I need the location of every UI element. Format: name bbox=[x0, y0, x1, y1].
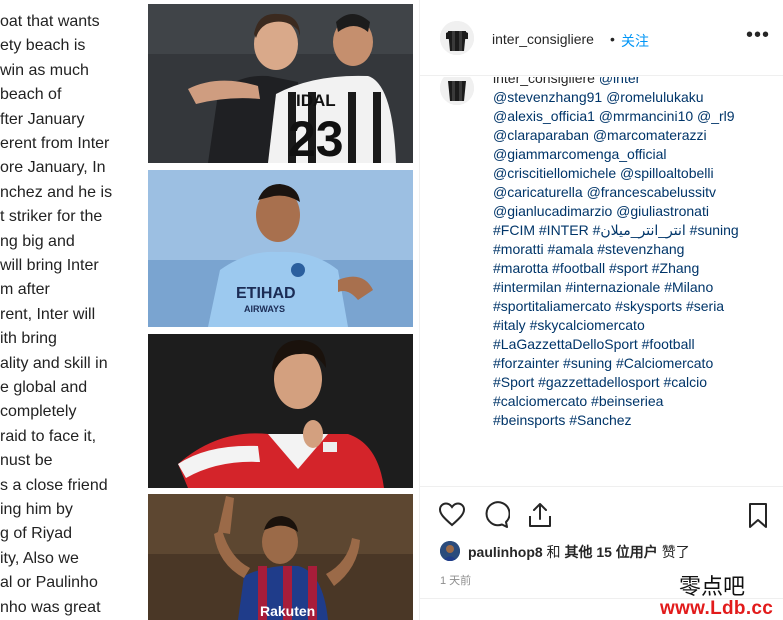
caption-tags[interactable]: #beinsports #Sanchez bbox=[493, 412, 632, 428]
article-line: nho was great bbox=[0, 598, 101, 616]
player-photo-paulinho: Rakuten bbox=[148, 494, 413, 620]
article-line: nust be bbox=[0, 452, 53, 470]
article-line: rent, Inter will bbox=[0, 305, 96, 323]
player-photo-vidal: IDAL 23 bbox=[148, 4, 413, 163]
caption-line: #intermilan #internazionale #Milano bbox=[493, 278, 777, 297]
article-line: nchez and he is bbox=[0, 183, 113, 201]
caption-text: inter_consigliere @inter @stevenzhang91 @… bbox=[493, 77, 777, 430]
post-image-collage[interactable]: IDAL 23 ETIHAD AIRWAYS Rakuten bbox=[147, 0, 417, 620]
caption-avatar[interactable] bbox=[440, 77, 474, 105]
jersey-name: IDAL bbox=[296, 91, 336, 110]
article-line: ing him by bbox=[0, 501, 73, 518]
likes-and: 和 bbox=[542, 544, 565, 560]
caption-line: #LaGazzettaDelloSport #football bbox=[493, 335, 777, 354]
share-icon[interactable] bbox=[526, 501, 554, 529]
post-timestamp[interactable]: 1 天前 bbox=[440, 572, 471, 588]
caption-tags[interactable]: @claraparaban @marcomaterazzi bbox=[493, 127, 707, 143]
caption-tags[interactable]: #moratti #amala #stevenzhang bbox=[493, 241, 684, 257]
caption-tags[interactable]: #marotta #football #sport #Zhang bbox=[493, 260, 699, 276]
more-options-icon[interactable]: ••• bbox=[746, 24, 770, 47]
caption-username[interactable]: inter_consigliere bbox=[493, 77, 595, 86]
article-line: ality and skill in bbox=[0, 354, 108, 372]
caption-line: @caricaturella @francescabelussitv bbox=[493, 183, 777, 202]
liker-avatar[interactable] bbox=[440, 541, 460, 561]
article-line: win as much bbox=[0, 61, 89, 79]
player-photo-ozil bbox=[148, 334, 413, 488]
article-line: ore January, In bbox=[0, 159, 106, 177]
caption-tags[interactable]: #LaGazzettaDelloSport #football bbox=[493, 336, 695, 352]
article-line: al or Paulinho bbox=[0, 574, 98, 592]
article-line: g of Riyad bbox=[0, 525, 73, 543]
caption-tags[interactable]: #intermilan #internazionale #Milano bbox=[493, 279, 713, 295]
caption-tags[interactable]: #calciomercato #beinseriea bbox=[493, 393, 663, 409]
caption-line: @criscitiellomichele @spilloaltobelli bbox=[493, 164, 777, 183]
caption-line: @giammarcomenga_official bbox=[493, 145, 777, 164]
caption-tags[interactable]: @inter bbox=[595, 77, 640, 86]
post-header: inter_consigliere • 关注 ••• bbox=[420, 0, 783, 76]
article-line: raid to face it, bbox=[0, 427, 97, 445]
shirt-sponsor: Rakuten bbox=[260, 603, 315, 619]
article-line: ity, Also we bbox=[0, 549, 79, 567]
caption-line: @alexis_officia1 @mrmancini10 @_rl9 bbox=[493, 107, 777, 126]
liker-username[interactable]: paulinhop8 bbox=[468, 544, 543, 560]
article-line: ng big and bbox=[0, 232, 75, 250]
watermark-url: www.Ldb.cc bbox=[660, 598, 774, 619]
caption-tags[interactable]: #FCIM #INTER #انتر_انتر_ميلان #suning bbox=[493, 222, 739, 238]
caption-line: @gianlucadimarzio @giuliastronati bbox=[493, 202, 777, 221]
caption-line: @claraparaban @marcomaterazzi bbox=[493, 126, 777, 145]
article-line: will bring Inter bbox=[0, 257, 99, 274]
article-line: t striker for the bbox=[0, 208, 103, 226]
shirt-sponsor-bottom: AIRWAYS bbox=[244, 304, 285, 314]
caption-line: #forzainter #suning #Calciomercato bbox=[493, 354, 777, 373]
caption-line: #beinsports #Sanchez bbox=[493, 411, 777, 430]
caption-line: #marotta #football #sport #Zhang bbox=[493, 259, 777, 278]
jersey-number: 23 bbox=[288, 111, 344, 163]
likes-suffix: 赞了 bbox=[657, 544, 690, 560]
post-actions-bar bbox=[420, 486, 783, 542]
article-text-column: oat that wants ety beach is win as much bea… bbox=[0, 0, 147, 620]
caption-line: #FCIM #INTER #انتر_انتر_ميلان #suning bbox=[493, 221, 777, 240]
article-line: completely bbox=[0, 403, 77, 421]
caption-tags[interactable]: #sportitaliamercato #skysports #seria bbox=[493, 298, 724, 314]
caption-scroll-area[interactable]: inter_consigliere @inter @stevenzhang91 @… bbox=[420, 77, 783, 497]
caption-line: #sportitaliamercato #skysports #seria bbox=[493, 297, 777, 316]
caption-tags[interactable]: @alexis_officia1 @mrmancini10 @_rl9 bbox=[493, 108, 735, 124]
caption-line: #Sport #gazzettadellosport #calcio bbox=[493, 373, 777, 392]
caption-tags[interactable]: #italy #skycalciomercato bbox=[493, 317, 645, 333]
bookmark-icon[interactable] bbox=[744, 501, 772, 529]
article-line: erent from Inter bbox=[0, 135, 110, 152]
article-line: m after bbox=[0, 281, 50, 299]
article-line: ith bring bbox=[0, 330, 57, 348]
caption-tags[interactable]: #Sport #gazzettadellosport #calcio bbox=[493, 374, 707, 390]
watermark-logo-text: 零点吧 bbox=[679, 575, 746, 600]
article-line: s a close friend bbox=[0, 476, 108, 494]
separator-dot: • bbox=[610, 31, 615, 47]
username-link[interactable]: inter_consigliere bbox=[492, 31, 594, 47]
caption-line: @stevenzhang91 @romelulukaku bbox=[493, 88, 777, 107]
article-line: ety beach is bbox=[0, 37, 86, 55]
caption-line: inter_consigliere @inter bbox=[493, 77, 777, 88]
article-line: beach of bbox=[0, 86, 62, 104]
article-line: e global and bbox=[0, 379, 88, 396]
caption-line: #moratti #amala #stevenzhang bbox=[493, 240, 777, 259]
caption-tags[interactable]: #forzainter #suning #Calciomercato bbox=[493, 355, 713, 371]
caption-tags[interactable]: @gianlucadimarzio @giuliastronati bbox=[493, 203, 709, 219]
caption-line: #italy #skycalciomercato bbox=[493, 316, 777, 335]
avatar[interactable] bbox=[440, 21, 474, 55]
comment-icon[interactable] bbox=[482, 501, 511, 529]
article-line: oat that wants bbox=[0, 13, 100, 30]
caption-tags[interactable]: @criscitiellomichele @spilloaltobelli bbox=[493, 165, 714, 181]
follow-button[interactable]: 关注 bbox=[621, 31, 649, 51]
shirt-sponsor-top: ETIHAD bbox=[236, 285, 296, 302]
caption-tags[interactable]: @giammarcomenga_official bbox=[493, 146, 666, 162]
heart-icon[interactable] bbox=[438, 501, 466, 529]
caption-line: #calciomercato #beinseriea bbox=[493, 392, 777, 411]
player-photo-mahrez: ETIHAD AIRWAYS bbox=[148, 170, 413, 327]
article-line: fter January bbox=[0, 110, 85, 128]
post-panel: inter_consigliere • 关注 ••• inter_consigl… bbox=[419, 0, 783, 620]
likes-others-link[interactable]: 其他 15 位用户 bbox=[564, 544, 657, 560]
caption-tags[interactable]: @stevenzhang91 @romelulukaku bbox=[493, 89, 704, 105]
caption-tags[interactable]: @caricaturella @francescabelussitv bbox=[493, 184, 716, 200]
